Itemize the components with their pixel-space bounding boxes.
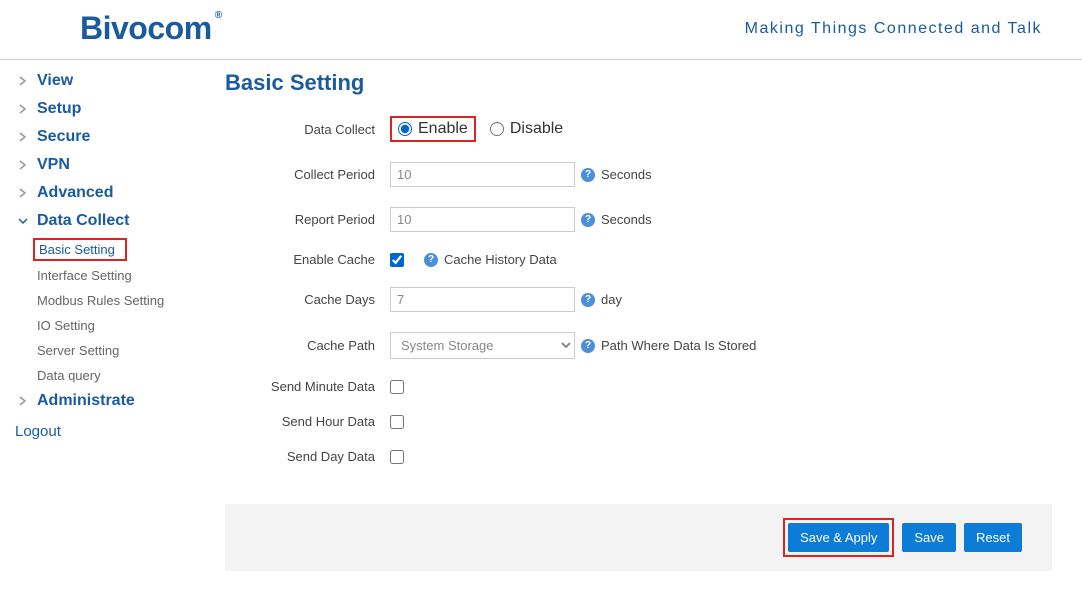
label-data-collect: Data Collect xyxy=(225,122,390,137)
hint-cache-path: Path Where Data Is Stored xyxy=(601,338,756,353)
nav-item-setup[interactable]: Setup xyxy=(5,98,195,120)
nav-label: Setup xyxy=(37,100,81,118)
sidebar-item-interface-setting[interactable]: Interface Setting xyxy=(33,265,136,286)
sidebar-item-server-setting[interactable]: Server Setting xyxy=(33,340,123,361)
hint-enable-cache: Cache History Data xyxy=(444,252,557,267)
label-cache-days: Cache Days xyxy=(225,292,390,307)
main: View Setup Secure VPN Advanced Data Coll… xyxy=(0,60,1082,581)
nav-item-view[interactable]: View xyxy=(5,70,195,92)
nav-label: View xyxy=(37,72,73,90)
row-cache-path: Cache Path System Storage ? Path Where D… xyxy=(225,332,1052,359)
help-icon[interactable]: ? xyxy=(581,293,595,307)
input-collect-period[interactable] xyxy=(390,162,575,187)
logo: Bivocom xyxy=(80,10,212,47)
nav-label: Advanced xyxy=(37,184,113,202)
label-send-minute: Send Minute Data xyxy=(225,379,390,394)
save-apply-highlight: Save & Apply xyxy=(783,518,894,557)
row-send-hour: Send Hour Data xyxy=(225,414,1052,429)
save-apply-button[interactable]: Save & Apply xyxy=(788,523,889,552)
radio-disable-wrap: Disable xyxy=(490,120,563,138)
logout-link[interactable]: Logout xyxy=(5,418,195,440)
nav-label: Secure xyxy=(37,128,90,146)
row-enable-cache: Enable Cache ? Cache History Data xyxy=(225,252,1052,267)
sidebar: View Setup Secure VPN Advanced Data Coll… xyxy=(0,60,195,581)
page-title: Basic Setting xyxy=(225,70,1052,96)
header: Bivocom Making Things Connected and Talk xyxy=(0,0,1082,60)
sidebar-item-basic-setting[interactable]: Basic Setting xyxy=(33,238,127,261)
label-send-day: Send Day Data xyxy=(225,449,390,464)
help-icon[interactable]: ? xyxy=(581,213,595,227)
chevron-right-icon xyxy=(15,396,31,406)
help-icon[interactable]: ? xyxy=(581,168,595,182)
nav-label: Data Collect xyxy=(37,212,129,230)
sidebar-item-modbus-rules[interactable]: Modbus Rules Setting xyxy=(33,290,168,311)
footer-bar: Save & Apply Save Reset xyxy=(225,504,1052,571)
checkbox-send-minute[interactable] xyxy=(390,380,404,394)
unit-cache-days: day xyxy=(601,292,622,307)
label-report-period: Report Period xyxy=(225,212,390,227)
chevron-right-icon xyxy=(15,132,31,142)
checkbox-send-hour[interactable] xyxy=(390,415,404,429)
input-cache-days[interactable] xyxy=(390,287,575,312)
radio-disable[interactable] xyxy=(490,122,504,136)
nav-item-secure[interactable]: Secure xyxy=(5,126,195,148)
row-report-period: Report Period ? Seconds xyxy=(225,207,1052,232)
nav-item-data-collect[interactable]: Data Collect xyxy=(5,210,195,232)
chevron-right-icon xyxy=(15,76,31,86)
content: Basic Setting Data Collect Enable Disabl… xyxy=(195,60,1082,581)
chevron-right-icon xyxy=(15,160,31,170)
nav-label: VPN xyxy=(37,156,70,174)
row-send-minute: Send Minute Data xyxy=(225,379,1052,394)
nav-item-administrate[interactable]: Administrate xyxy=(5,390,195,412)
chevron-down-icon xyxy=(15,216,31,226)
input-report-period[interactable] xyxy=(390,207,575,232)
unit-collect-period: Seconds xyxy=(601,167,652,182)
sidebar-item-io-setting[interactable]: IO Setting xyxy=(33,315,99,336)
label-send-hour: Send Hour Data xyxy=(225,414,390,429)
row-cache-days: Cache Days ? day xyxy=(225,287,1052,312)
label-collect-period: Collect Period xyxy=(225,167,390,182)
checkbox-enable-cache[interactable] xyxy=(390,253,404,267)
sub-items: Basic Setting Interface Setting Modbus R… xyxy=(5,238,195,390)
save-button[interactable]: Save xyxy=(902,523,956,552)
reset-button[interactable]: Reset xyxy=(964,523,1022,552)
help-icon[interactable]: ? xyxy=(581,339,595,353)
nav-label: Administrate xyxy=(37,392,135,410)
checkbox-send-day[interactable] xyxy=(390,450,404,464)
chevron-right-icon xyxy=(15,104,31,114)
tagline: Making Things Connected and Talk xyxy=(745,20,1042,38)
select-cache-path[interactable]: System Storage xyxy=(390,332,575,359)
row-collect-period: Collect Period ? Seconds xyxy=(225,162,1052,187)
unit-report-period: Seconds xyxy=(601,212,652,227)
radio-enable-wrap: Enable xyxy=(390,116,476,142)
nav-item-vpn[interactable]: VPN xyxy=(5,154,195,176)
chevron-right-icon xyxy=(15,188,31,198)
label-cache-path: Cache Path xyxy=(225,338,390,353)
row-send-day: Send Day Data xyxy=(225,449,1052,464)
radio-disable-label: Disable xyxy=(510,120,563,138)
label-enable-cache: Enable Cache xyxy=(225,252,390,267)
sidebar-item-data-query[interactable]: Data query xyxy=(33,365,105,386)
help-icon[interactable]: ? xyxy=(424,253,438,267)
radio-enable[interactable] xyxy=(398,122,412,136)
radio-enable-label: Enable xyxy=(418,120,468,138)
nav-item-advanced[interactable]: Advanced xyxy=(5,182,195,204)
row-data-collect: Data Collect Enable Disable xyxy=(225,116,1052,142)
